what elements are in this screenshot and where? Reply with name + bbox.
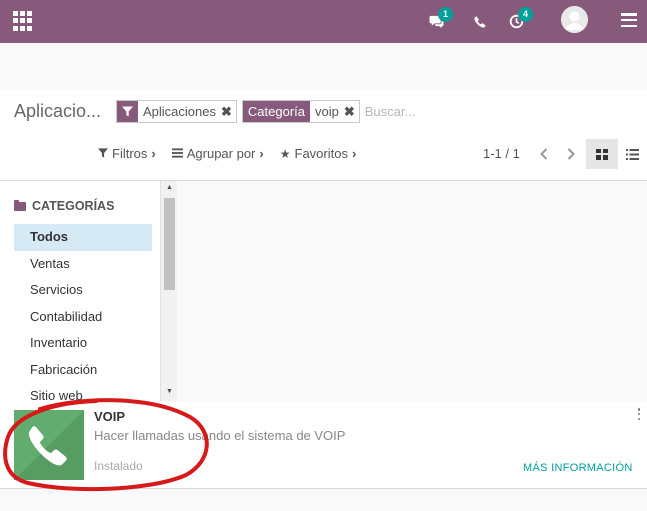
favorites-label: Favoritos	[294, 146, 348, 161]
list-view-button[interactable]	[618, 139, 647, 169]
remove-facet-icon[interactable]: ✖	[344, 104, 355, 120]
breadcrumb-item[interactable]: Aplicaciones	[8, 59, 75, 73]
search-bar: Aplicaciones ✖ Categoría voip ✖	[116, 100, 626, 123]
sidebar-item-ventas[interactable]: Ventas	[14, 251, 152, 278]
group-by-label: Agrupar por	[186, 146, 256, 161]
search-facet-apps[interactable]: Aplicaciones ✖	[116, 100, 237, 123]
kanban-grid-icon	[596, 148, 608, 160]
favorites-button[interactable]: ★ Favoritos ›	[280, 146, 357, 161]
kanban-area	[178, 181, 647, 401]
search-input[interactable]	[364, 104, 455, 119]
sidebar-item-servicios[interactable]: Servicios	[14, 277, 152, 304]
facet-value: Aplicaciones	[143, 104, 216, 119]
more-info-button[interactable]: MÁS INFORMACIÓN	[523, 462, 633, 474]
control-panel: Aplicacio... Aplicaciones ✖ Categoría vo…	[0, 89, 647, 181]
chat-badge: 1	[438, 7, 453, 22]
sidebar-item-fabricacion[interactable]: Fabricación	[14, 357, 152, 384]
pager-value[interactable]: 1-1 / 1	[483, 146, 520, 161]
sidebar-item-todos[interactable]: Todos	[14, 224, 152, 251]
voip-app-icon	[14, 410, 84, 480]
facet-value: voip	[315, 104, 339, 119]
list-bars-icon	[171, 147, 183, 161]
filters-label: Filtros	[112, 146, 148, 161]
sidebar-item-inventario[interactable]: Inventario	[14, 330, 152, 357]
activity-badge: 4	[518, 7, 533, 22]
top-navbar: 1 4	[0, 0, 647, 43]
scroll-up-icon[interactable]: ▲	[161, 181, 178, 195]
phone-icon[interactable]	[470, 0, 490, 43]
sidebar-item-sitio-web[interactable]: Sitio web	[14, 383, 152, 401]
avatar[interactable]	[561, 6, 588, 33]
sidebar-scrollbar[interactable]: ▲ ▼	[160, 181, 177, 401]
app-card-voip[interactable]: VOIP Hacer llamadas usando el sistema de…	[0, 401, 647, 489]
filter-icon	[98, 147, 108, 161]
categories-sidebar: CATEGORÍAS Todos Ventas Servicios Contab…	[0, 181, 160, 401]
filter-icon	[117, 101, 138, 122]
facet-label: Categoría	[242, 101, 310, 122]
star-icon: ★	[279, 146, 291, 161]
app-status: Instalado	[94, 459, 143, 473]
sidebar-title: CATEGORÍAS	[32, 199, 115, 213]
pager-previous-icon[interactable]	[532, 141, 556, 167]
search-options: Filtros › Agrupar por › ★ Favoritos ›	[98, 146, 372, 161]
pager-next-icon[interactable]	[559, 141, 583, 167]
scrollbar-thumb[interactable]	[164, 198, 175, 290]
app-name: VOIP	[94, 409, 126, 424]
breadcrumb: Aplicaciones	[0, 43, 647, 89]
page-title: Aplicacio...	[14, 101, 102, 121]
folder-icon	[14, 199, 26, 211]
app-summary: Hacer llamadas usando el sistema de VOIP	[94, 428, 346, 443]
card-dropdown-icon[interactable]	[637, 408, 641, 420]
category-list: Todos Ventas Servicios Contabilidad Inve…	[14, 224, 152, 401]
remove-facet-icon[interactable]: ✖	[221, 104, 232, 120]
chevron-right-icon: ›	[351, 146, 357, 161]
sidebar-header: CATEGORÍAS	[14, 199, 114, 213]
search-facet-category[interactable]: Categoría voip ✖	[241, 100, 360, 123]
chevron-right-icon: ›	[151, 146, 156, 161]
filters-button[interactable]: Filtros ›	[98, 146, 156, 161]
list-view-icon	[626, 148, 639, 160]
hamburger-menu-icon[interactable]	[621, 13, 637, 27]
chevron-right-icon: ›	[259, 146, 264, 161]
group-by-button[interactable]: Agrupar por ›	[171, 146, 264, 161]
sidebar-item-contabilidad[interactable]: Contabilidad	[14, 304, 152, 331]
kanban-view-button[interactable]	[586, 139, 618, 169]
scroll-down-icon[interactable]: ▼	[161, 385, 178, 399]
apps-grid-icon[interactable]	[13, 11, 33, 31]
